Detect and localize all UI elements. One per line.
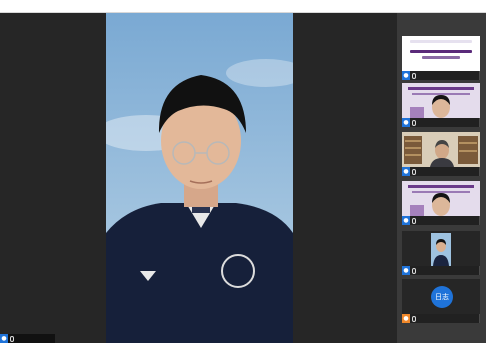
microphone-icon <box>412 267 416 274</box>
participant-video-thumbnail <box>402 231 480 266</box>
participant-tile[interactable]: ● <box>402 36 480 80</box>
speaker-video-image <box>106 13 293 343</box>
main-speaker-video[interactable] <box>106 13 293 343</box>
user-icon: ● <box>402 216 410 225</box>
participant-tile[interactable]: ● <box>402 181 480 225</box>
participant-tile[interactable]: ● <box>402 83 480 127</box>
shared-screen-thumbnail <box>402 36 480 71</box>
participant-name-tag: ● <box>402 118 479 127</box>
microphone-icon <box>412 315 416 322</box>
participant-name-tag: ● <box>402 266 479 275</box>
user-icon: ● <box>402 314 410 323</box>
microphone-icon <box>412 168 416 175</box>
participant-name-tag: ● <box>402 314 479 323</box>
microphone-icon <box>10 335 14 342</box>
participant-video-thumbnail <box>402 181 480 216</box>
user-icon: ● <box>402 266 410 275</box>
title-bar <box>0 0 486 13</box>
participant-tile[interactable]: ● <box>402 231 480 275</box>
log-button[interactable]: 日志 <box>431 286 453 308</box>
participant-tile[interactable]: ● <box>402 132 480 176</box>
participant-video-thumbnail <box>402 83 480 118</box>
participant-name-tag: ● <box>402 71 479 80</box>
microphone-icon <box>412 217 416 224</box>
user-icon: ● <box>402 118 410 127</box>
main-speaker-name-tag: ● <box>0 334 55 343</box>
participant-video-thumbnail <box>402 132 480 167</box>
user-icon: ● <box>402 71 410 80</box>
user-icon: ● <box>0 334 8 343</box>
user-icon: ● <box>402 167 410 176</box>
microphone-icon <box>412 119 416 126</box>
microphone-icon <box>412 72 416 79</box>
main-stage: ● <box>0 13 397 343</box>
participant-name-tag: ● <box>402 216 479 225</box>
participant-name-tag: ● <box>402 167 479 176</box>
